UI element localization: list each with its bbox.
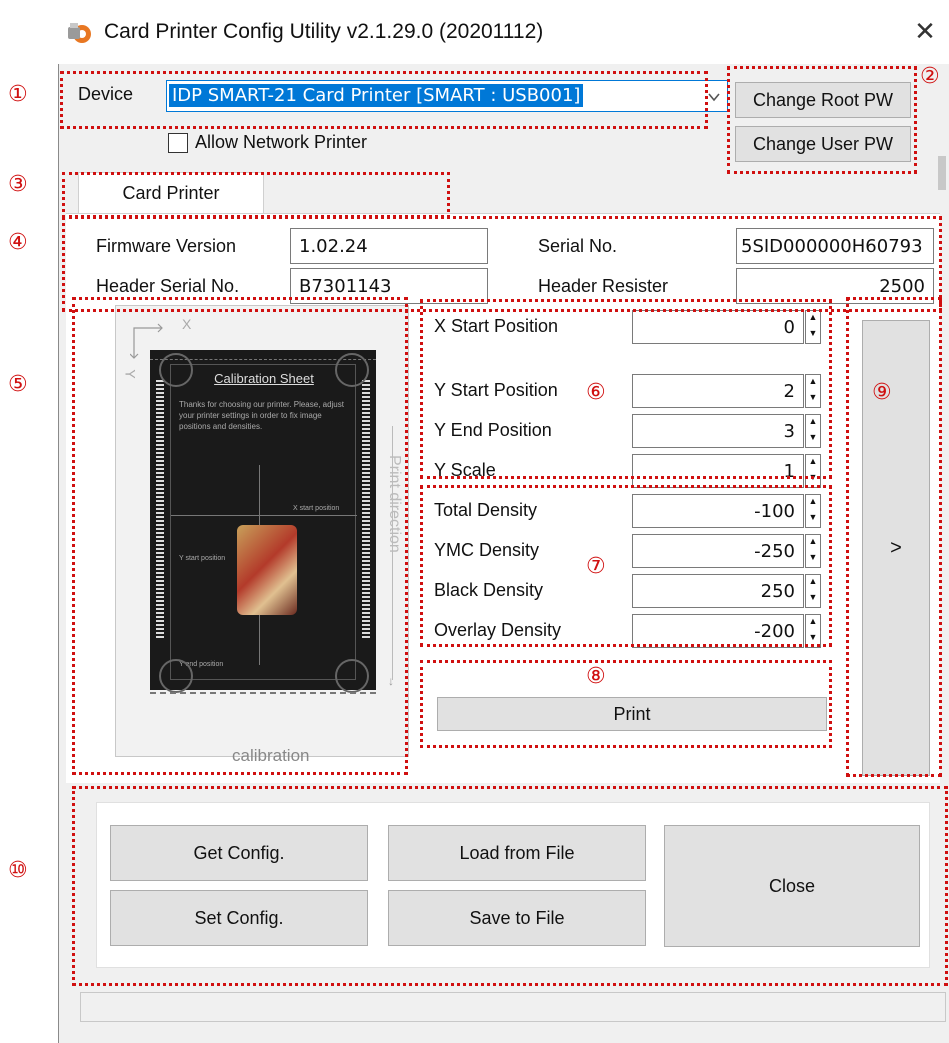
highlight-box-7 xyxy=(420,485,832,647)
highlight-box-2 xyxy=(727,66,917,174)
marker-5: ⑤ xyxy=(8,372,28,397)
allow-network-checkbox[interactable] xyxy=(168,133,188,153)
highlight-box-9 xyxy=(846,297,942,777)
status-bar xyxy=(80,992,946,1022)
marker-9: ⑨ xyxy=(872,380,892,405)
window-title: Card Printer Config Utility v2.1.29.0 (2… xyxy=(104,20,544,43)
marker-7: ⑦ xyxy=(586,554,606,579)
scrollbar-thumb[interactable] xyxy=(938,156,946,190)
marker-2: ② xyxy=(920,64,940,89)
marker-3: ③ xyxy=(8,172,28,197)
close-icon[interactable]: ✕ xyxy=(908,14,942,48)
marker-8: ⑧ xyxy=(586,664,606,689)
highlight-box-5 xyxy=(72,297,408,775)
printer-gear-icon xyxy=(68,23,91,43)
highlight-box-1 xyxy=(60,71,708,129)
chevron-down-icon[interactable] xyxy=(707,91,721,103)
allow-network-label: Allow Network Printer xyxy=(195,132,368,152)
highlight-box-3 xyxy=(62,172,450,218)
marker-1: ① xyxy=(8,82,28,107)
marker-10: ⑩ xyxy=(8,858,28,883)
highlight-box-6 xyxy=(420,299,832,479)
marker-6: ⑥ xyxy=(586,380,606,405)
highlight-box-10 xyxy=(72,786,948,986)
highlight-box-8 xyxy=(420,660,832,748)
marker-4: ④ xyxy=(8,230,28,255)
